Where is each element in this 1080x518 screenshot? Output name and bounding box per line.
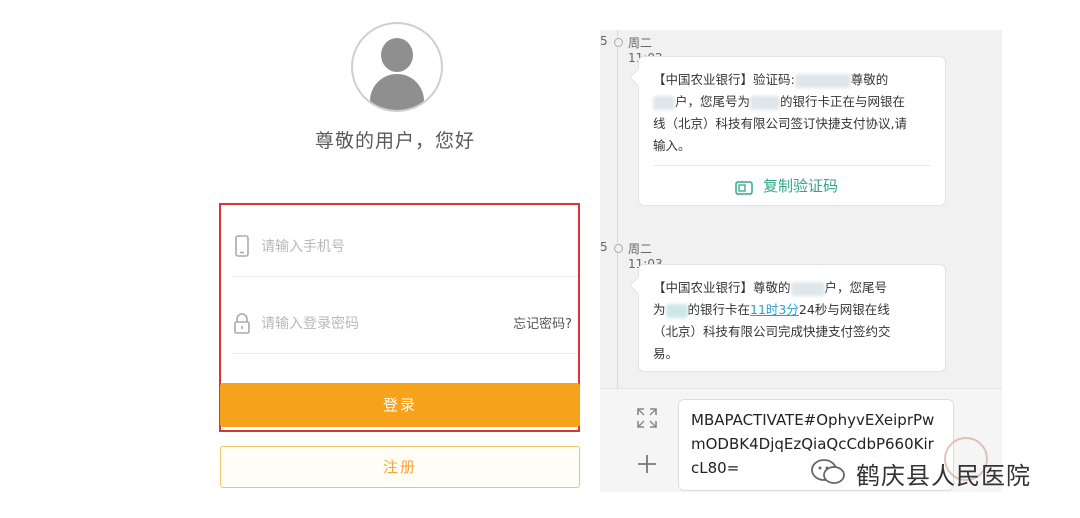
message-text: 户，您尾号为: [675, 94, 751, 109]
timeline-line: [617, 30, 618, 390]
message-text: 尊敬的: [850, 72, 889, 87]
plus-icon[interactable]: [636, 453, 658, 475]
redacted-card: [665, 303, 688, 318]
redacted-name: [653, 95, 675, 110]
watermark-text: 鹤庆县人民医院: [856, 462, 1031, 490]
message-text: 【中国农业银行】验证码:: [653, 72, 795, 87]
login-screen: 尊敬的用户，您好 请输入手机号 请输入登录密码 忘记密码? 登录 注册: [0, 0, 600, 518]
message-line: 线（北京）科技有限公司签订快捷支付协议,请: [653, 116, 907, 131]
sms-bubble-confirmation: 【中国农业银行】尊敬的 户，您尾号 为 的银行卡在11时3分24秒与网银在线 （北京…: [638, 264, 946, 372]
register-button[interactable]: 注册: [220, 446, 580, 488]
message-text: 为: [653, 302, 666, 317]
redacted-card: [750, 95, 781, 110]
message-line: （北京）科技有限公司完成快捷支付签约交: [653, 324, 891, 339]
forgot-password-link[interactable]: 忘记密码?: [513, 313, 572, 332]
sms-conversation: 5 周二11:02 【中国农业银行】验证码:尊敬的 户，您尾号为的银行卡正在与网…: [600, 30, 1002, 492]
message-text: 的银行卡正在与网银在: [780, 94, 906, 109]
copy-code-button[interactable]: 复制验证码: [653, 165, 931, 206]
lock-icon: [234, 313, 250, 334]
message-line: 户，您尾号为 的银行卡正在与网银在: [653, 91, 931, 113]
timeline-dot-icon: [614, 244, 623, 253]
user-avatar-icon: [351, 22, 443, 112]
message-line: 易。: [653, 346, 679, 361]
message-line: 输入。: [653, 138, 691, 153]
copy-icon: [735, 181, 753, 195]
greeting-title: 尊敬的用户，您好: [314, 130, 475, 152]
message-line: 【中国农业银行】尊敬的 户，您尾号: [653, 277, 931, 299]
password-field[interactable]: 请输入登录密码 忘记密码?: [231, 293, 578, 354]
redacted-code: [794, 73, 851, 88]
login-button[interactable]: 登录: [220, 383, 580, 427]
wechat-logo-icon: [811, 459, 845, 484]
expand-icon[interactable]: [636, 407, 658, 429]
phone-icon: [235, 235, 249, 257]
phone-field[interactable]: 请输入手机号: [231, 216, 578, 277]
message-text: 户，您尾号: [824, 280, 888, 295]
timeline-dot-icon: [614, 38, 623, 47]
message-index: 5: [600, 240, 608, 254]
message-line: 为 的银行卡在11时3分24秒与网银在线: [653, 299, 931, 321]
phone-input-placeholder: 请输入手机号: [261, 239, 345, 255]
redacted-name: [790, 281, 825, 296]
message-text: 【中国农业银行】尊敬的: [653, 280, 791, 295]
sms-bubble-verification: 【中国农业银行】验证码: 尊敬的 户，您尾号为 的银行卡正在与网银在 线（北京）科技…: [638, 56, 946, 206]
copy-code-label: 复制验证码: [763, 177, 839, 195]
time-link[interactable]: 11时3分: [750, 302, 799, 317]
message-text: 的银行卡在: [687, 302, 751, 317]
message-line: 【中国农业银行】验证码: 尊敬的: [653, 69, 931, 91]
message-index: 5: [600, 34, 608, 48]
password-input-placeholder: 请输入登录密码: [261, 316, 359, 332]
message-text: 24秒与网银在线: [798, 302, 890, 317]
